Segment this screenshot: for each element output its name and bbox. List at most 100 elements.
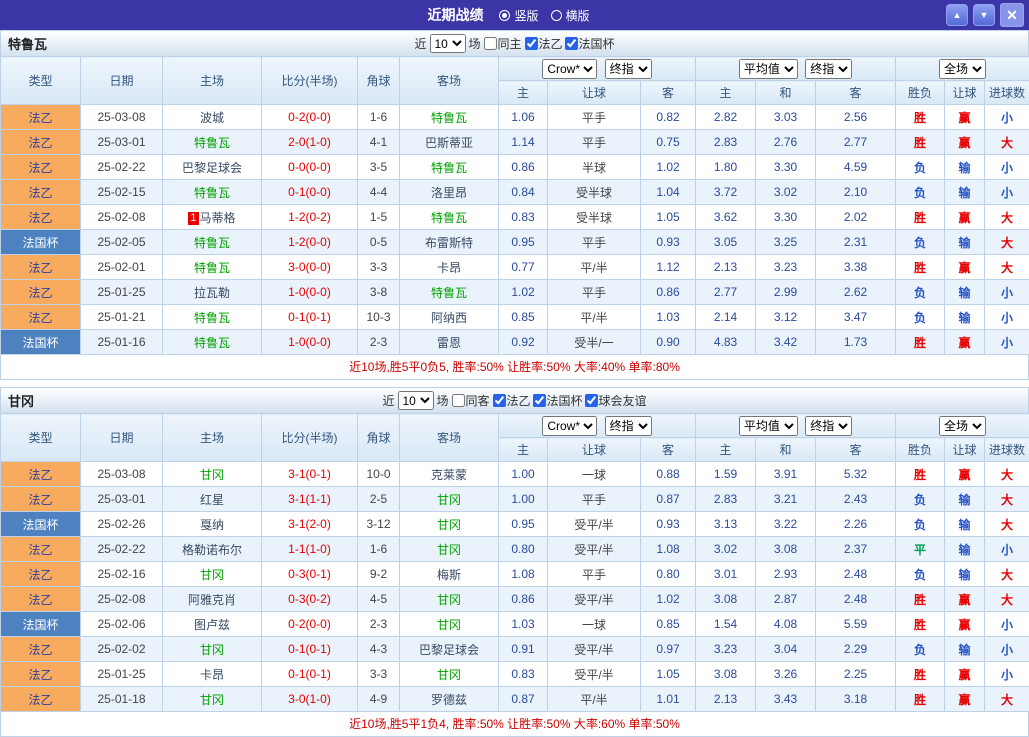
date-cell: 25-01-21: [81, 305, 163, 330]
team-name[interactable]: 雷恩: [437, 336, 461, 350]
team-name[interactable]: 戛纳: [200, 518, 224, 532]
score-cell: 0-2(0-0): [262, 612, 358, 637]
fullmatch-select[interactable]: 全场: [939, 416, 986, 436]
team-name[interactable]: 甘冈: [437, 493, 461, 507]
same-venue-checkbox[interactable]: [451, 394, 464, 407]
league-filter[interactable]: 球会友谊: [585, 392, 647, 409]
same-venue-label: 同主: [497, 35, 521, 52]
avg-draw-cell: 3.03: [756, 105, 816, 130]
league-filter[interactable]: 法国杯: [565, 35, 615, 52]
same-venue-filter[interactable]: 同客: [451, 392, 489, 409]
team-name[interactable]: 甘冈: [437, 618, 461, 632]
layout-horizontal-label: 横版: [566, 7, 590, 24]
result-cell: 负: [896, 230, 945, 255]
team-name[interactable]: 特鲁瓦: [431, 111, 467, 125]
odds-company-select[interactable]: Crow*: [542, 59, 597, 79]
team-name[interactable]: 特鲁瓦: [431, 161, 467, 175]
close-button[interactable]: [1000, 3, 1024, 27]
odds-company-select[interactable]: Crow*: [542, 416, 597, 436]
team-name[interactable]: 卡昂: [200, 668, 224, 682]
team-name[interactable]: 巴斯蒂亚: [425, 136, 473, 150]
team-name[interactable]: 布雷斯特: [425, 236, 473, 250]
team-name[interactable]: 罗德兹: [431, 693, 467, 707]
team-name[interactable]: 特鲁瓦: [194, 236, 230, 250]
team-name[interactable]: 洛里昂: [431, 186, 467, 200]
team-name[interactable]: 甘冈: [200, 468, 224, 482]
team-name[interactable]: 红星: [200, 493, 224, 507]
odds-final-select[interactable]: 终指: [605, 59, 652, 79]
home-team-cell: 特鲁瓦: [163, 230, 262, 255]
team-name[interactable]: 甘冈: [437, 518, 461, 532]
average-final-select[interactable]: 终指: [805, 59, 852, 79]
scroll-down-button[interactable]: [973, 4, 995, 26]
team-name[interactable]: 巴黎足球会: [182, 161, 242, 175]
avg-home-cell: 3.01: [696, 562, 756, 587]
score-cell: 2-0(1-0): [262, 130, 358, 155]
match-count-select[interactable]: 10: [397, 391, 433, 410]
league-checkbox[interactable]: [525, 37, 538, 50]
avg-away-cell: 5.59: [816, 612, 896, 637]
league-checkbox[interactable]: [585, 394, 598, 407]
league-checkbox[interactable]: [565, 37, 578, 50]
league-checkbox[interactable]: [533, 394, 546, 407]
team-name[interactable]: 特鲁瓦: [194, 261, 230, 275]
away-team-cell: 罗德兹: [400, 687, 499, 712]
score-cell: 3-0(0-0): [262, 255, 358, 280]
scroll-up-button[interactable]: [946, 4, 968, 26]
team-name[interactable]: 马蒂格: [200, 211, 236, 225]
team-name[interactable]: 阿雅克肖: [188, 593, 236, 607]
fullmatch-select[interactable]: 全场: [939, 59, 986, 79]
match-row: 法乙25-02-081马蒂格1-2(0-2)1-5特鲁瓦0.83受半球1.053…: [1, 205, 1029, 230]
away-odds-cell: 0.87: [641, 487, 696, 512]
team-name[interactable]: 特鲁瓦: [194, 186, 230, 200]
team-name[interactable]: 图卢兹: [194, 618, 230, 632]
same-venue-filter[interactable]: 同主: [483, 35, 521, 52]
league-checkbox[interactable]: [493, 394, 506, 407]
match-count-select[interactable]: 10: [429, 34, 465, 53]
home-team-cell: 巴黎足球会: [163, 155, 262, 180]
team-name[interactable]: 梅斯: [437, 568, 461, 582]
team-name[interactable]: 特鲁瓦: [194, 336, 230, 350]
team-name[interactable]: 克莱蒙: [431, 468, 467, 482]
team-name[interactable]: 甘冈: [437, 593, 461, 607]
match-row: 法乙25-01-21特鲁瓦0-1(0-1)10-3阿纳西0.85平/半1.032…: [1, 305, 1029, 330]
league-type-cell: 法乙: [1, 687, 81, 712]
team-name[interactable]: 卡昂: [437, 261, 461, 275]
score-cell: 0-0(0-0): [262, 155, 358, 180]
avg-away-cell: 2.31: [816, 230, 896, 255]
home-odds-cell: 1.08: [499, 562, 548, 587]
odds-final-select[interactable]: 终指: [605, 416, 652, 436]
team-name[interactable]: 特鲁瓦: [431, 286, 467, 300]
average-final-select[interactable]: 终指: [805, 416, 852, 436]
handicap-result-cell: 赢: [945, 662, 985, 687]
team-name[interactable]: 特鲁瓦: [194, 136, 230, 150]
team-name[interactable]: 甘冈: [200, 643, 224, 657]
layout-horizontal-radio[interactable]: 横版: [551, 7, 590, 24]
league-filter[interactable]: 法乙: [525, 35, 563, 52]
league-filter[interactable]: 法国杯: [533, 392, 583, 409]
team-name[interactable]: 甘冈: [200, 568, 224, 582]
team-name[interactable]: 巴黎足球会: [419, 643, 479, 657]
games-label: 场: [468, 35, 480, 52]
team-name[interactable]: 甘冈: [437, 543, 461, 557]
team-name[interactable]: 特鲁瓦: [431, 211, 467, 225]
date-cell: 25-02-08: [81, 587, 163, 612]
scope-group-header: 全场: [896, 414, 1029, 438]
team-name[interactable]: 拉瓦勒: [194, 286, 230, 300]
team-name[interactable]: 甘冈: [437, 668, 461, 682]
average-select[interactable]: 平均值: [739, 59, 798, 79]
layout-vertical-radio[interactable]: 竖版: [499, 7, 538, 24]
team-name[interactable]: 阿纳西: [431, 311, 467, 325]
team-name[interactable]: 波城: [200, 111, 224, 125]
team-name[interactable]: 特鲁瓦: [194, 311, 230, 325]
away-team-cell: 巴斯蒂亚: [400, 130, 499, 155]
average-select[interactable]: 平均值: [739, 416, 798, 436]
team-name[interactable]: 格勒诺布尔: [182, 543, 242, 557]
goals-result-cell: 小: [985, 537, 1029, 562]
handicap-result-cell: 输: [945, 637, 985, 662]
same-venue-checkbox[interactable]: [483, 37, 496, 50]
away-team-cell: 特鲁瓦: [400, 280, 499, 305]
league-filter[interactable]: 法乙: [493, 392, 531, 409]
team-name[interactable]: 甘冈: [200, 693, 224, 707]
home-team-cell: 特鲁瓦: [163, 330, 262, 355]
